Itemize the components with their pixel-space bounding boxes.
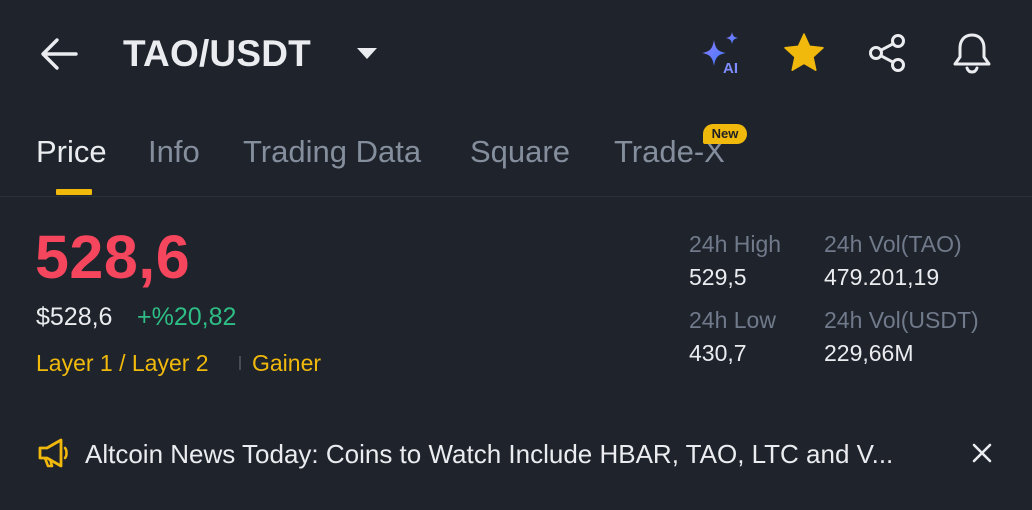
tab-trading-data[interactable]: Trading Data xyxy=(243,130,421,174)
stat-24h-vol-base-label: 24h Vol(TAO) xyxy=(824,231,962,257)
share-icon[interactable] xyxy=(864,29,912,77)
price-change-percent: +%20,82 xyxy=(137,303,237,331)
last-price: 528,6 xyxy=(35,223,191,291)
stat-24h-low-label: 24h Low xyxy=(689,307,776,333)
tag-separator xyxy=(239,356,241,370)
new-badge: New xyxy=(703,124,747,144)
tag-layer[interactable]: Layer 1 / Layer 2 xyxy=(36,347,209,379)
pair-title[interactable]: TAO/USDT xyxy=(123,28,311,80)
usd-price: $528,6 xyxy=(36,303,113,331)
stat-24h-low-value: 430,7 xyxy=(689,340,747,366)
tabs-divider xyxy=(0,196,1032,197)
stat-24h-high-label: 24h High xyxy=(689,231,782,257)
tag-gainer[interactable]: Gainer xyxy=(252,347,321,379)
stat-24h-high-value: 529,5 xyxy=(689,264,747,290)
news-headline[interactable]: Altcoin News Today: Coins to Watch Inclu… xyxy=(85,436,955,472)
bell-icon[interactable] xyxy=(948,29,996,77)
stat-24h-vol-quote-label: 24h Vol(USDT) xyxy=(824,307,979,333)
active-tab-indicator xyxy=(56,189,92,195)
star-icon[interactable] xyxy=(780,29,828,77)
tab-price[interactable]: Price xyxy=(36,130,107,174)
back-arrow-icon[interactable] xyxy=(36,30,84,78)
caret-down-icon[interactable] xyxy=(352,38,382,68)
tab-info[interactable]: Info xyxy=(148,130,200,174)
stat-24h-vol-base-value: 479.201,19 xyxy=(824,264,940,290)
stat-24h-vol-quote-value: 229,66M xyxy=(824,340,914,366)
ai-label: AI xyxy=(723,60,738,77)
close-icon[interactable] xyxy=(966,437,998,469)
ai-sparkle-icon[interactable]: AI xyxy=(694,28,750,80)
tab-square[interactable]: Square xyxy=(470,130,570,174)
megaphone-icon xyxy=(36,435,72,471)
